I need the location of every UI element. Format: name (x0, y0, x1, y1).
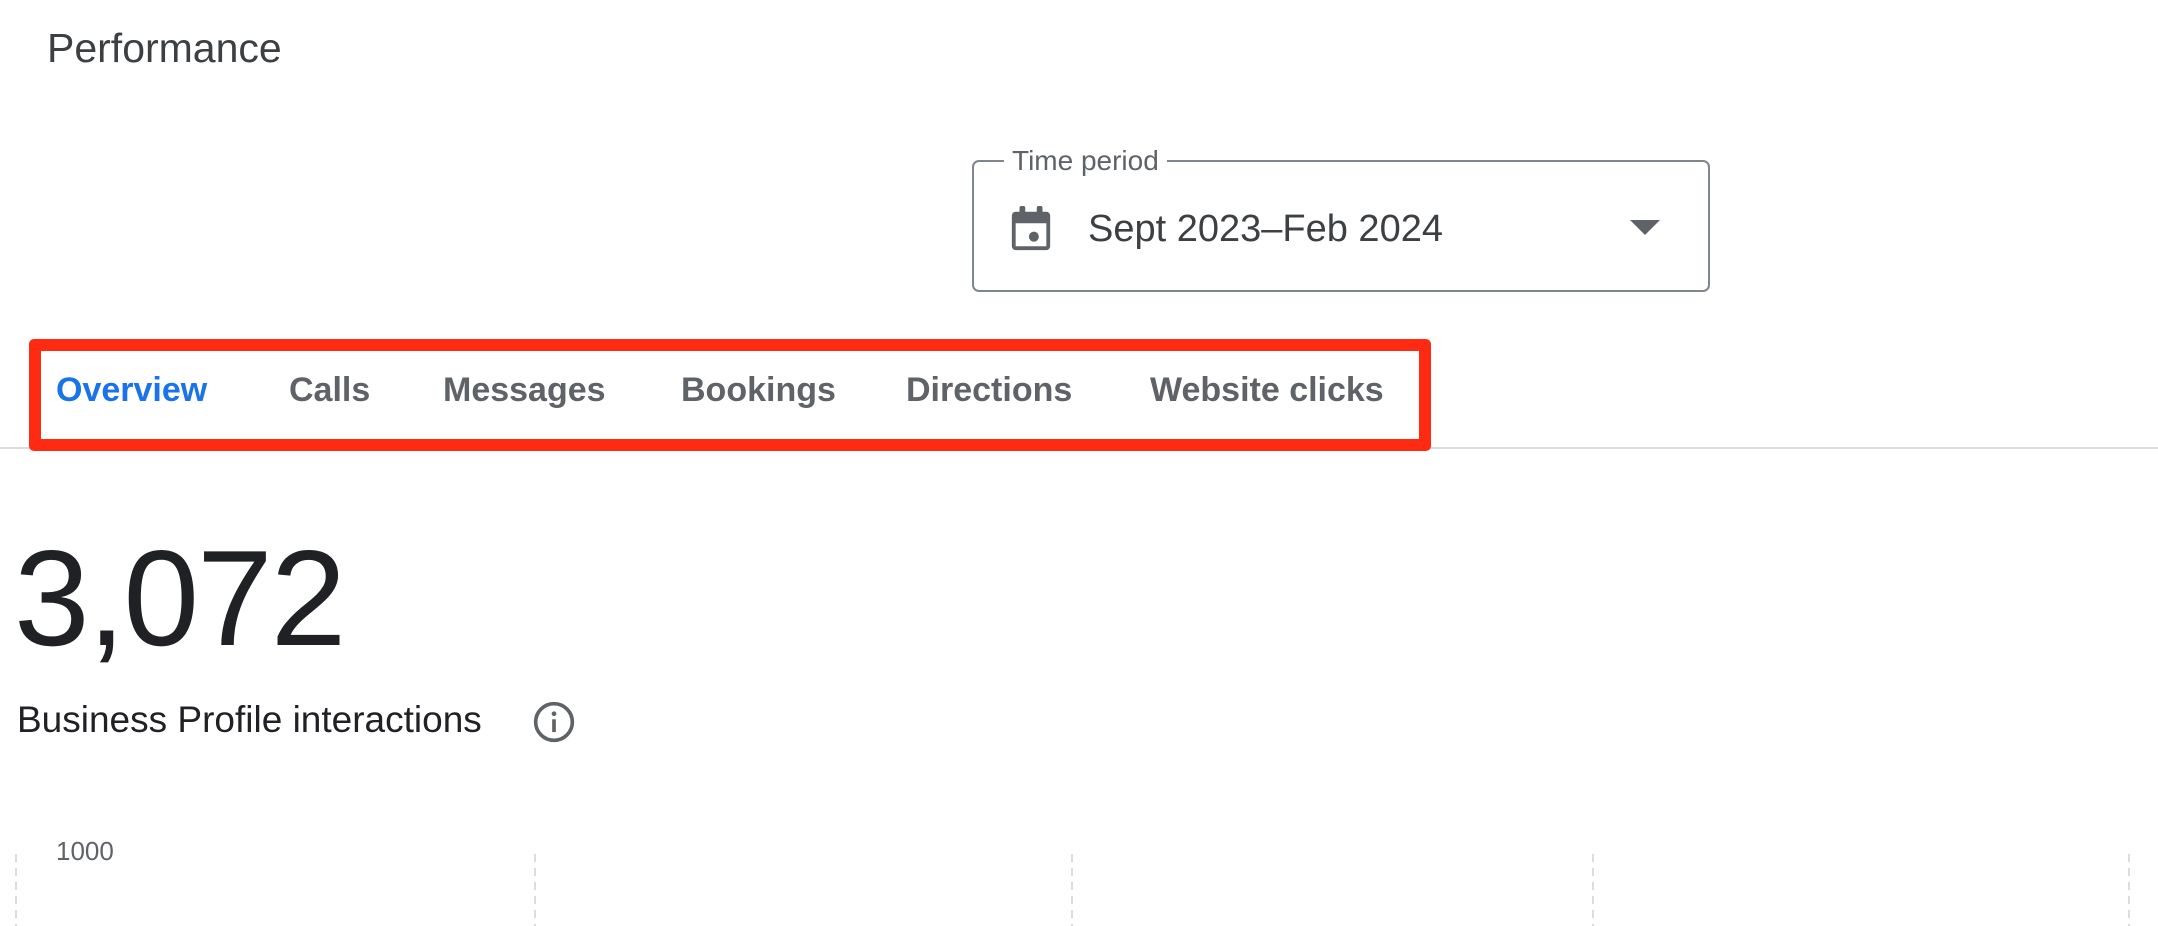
y-axis-tick-label: 1000 (56, 836, 114, 866)
time-period-label: Time period (1004, 144, 1167, 178)
interactions-label: Business Profile interactions (17, 699, 482, 740)
tab-calls[interactable]: Calls (289, 368, 370, 412)
performance-page: Performance Time period Sept 2023–Feb 20… (0, 0, 2158, 926)
info-icon[interactable] (532, 700, 576, 744)
tab-directions[interactable]: Directions (906, 368, 1072, 412)
arrow-drop-down-icon (1630, 220, 1660, 235)
tab-messages[interactable]: Messages (443, 368, 606, 412)
calendar-icon (1011, 206, 1051, 251)
interactions-count: 3,072 (14, 522, 346, 674)
tab-website-clicks[interactable]: Website clicks (1150, 368, 1384, 412)
interactions-chart: 1000 (0, 820, 2158, 926)
page-title: Performance (47, 25, 282, 71)
tab-bookings[interactable]: Bookings (681, 368, 836, 412)
time-period-select[interactable]: Time period Sept 2023–Feb 2024 (972, 144, 1710, 292)
time-period-value: Sept 2023–Feb 2024 (1088, 208, 1443, 250)
tab-overview[interactable]: Overview (56, 368, 207, 412)
chart-gridlines (15, 854, 2130, 926)
